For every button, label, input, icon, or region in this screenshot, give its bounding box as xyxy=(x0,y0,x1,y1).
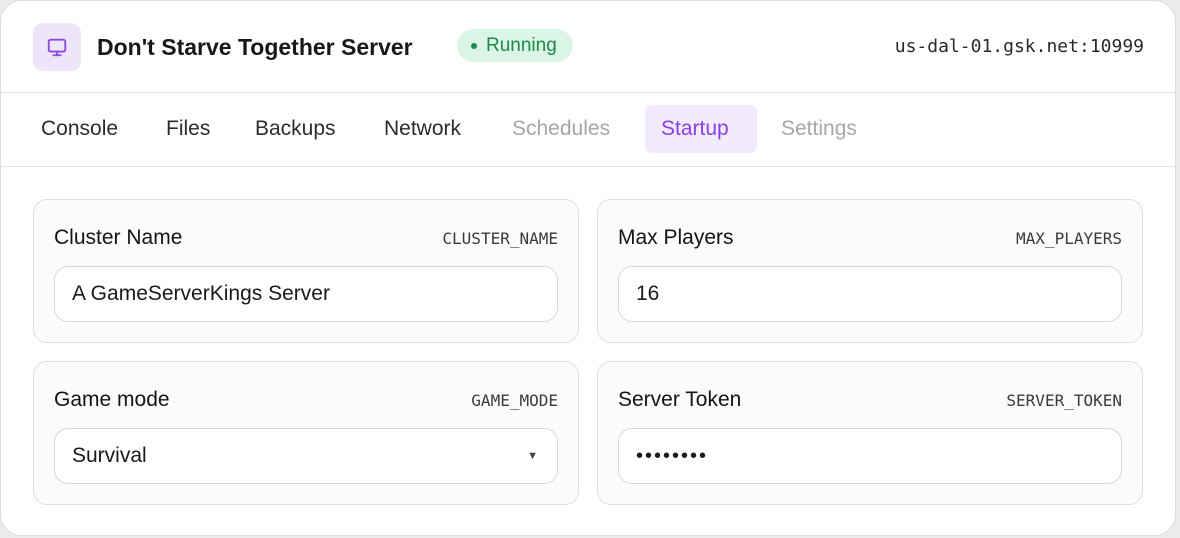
server-header: Don't Starve Together Server Running us-… xyxy=(1,1,1175,93)
tab-files[interactable]: Files xyxy=(150,105,226,153)
tab-backups[interactable]: Backups xyxy=(239,105,352,153)
variable-card-max-players: Max Players MAX_PLAYERS 16 xyxy=(597,199,1143,343)
variable-env-name: GAME_MODE xyxy=(471,391,558,410)
tab-bar: Console Files Backups Network Schedules … xyxy=(1,93,1175,167)
startup-variables: Cluster Name CLUSTER_NAME A GameServerKi… xyxy=(1,167,1175,535)
variable-card-server-token: Server Token SERVER_TOKEN •••••••• xyxy=(597,361,1143,505)
server-token-value[interactable]: •••••••• xyxy=(636,445,708,468)
tab-schedules[interactable]: Schedules xyxy=(496,105,626,153)
variable-card-game-mode: Game mode GAME_MODE Survival ▼ xyxy=(33,361,579,505)
cluster-name-field[interactable]: A GameServerKings Server xyxy=(54,266,558,322)
variable-label: Game mode xyxy=(54,388,170,411)
variable-env-name: SERVER_TOKEN xyxy=(1006,391,1122,410)
server-token-field[interactable]: •••••••• xyxy=(618,428,1122,484)
game-mode-value[interactable]: Survival xyxy=(72,444,527,468)
monitor-icon xyxy=(33,23,81,71)
server-address[interactable]: us-dal-01.gsk.net:10999 xyxy=(895,34,1144,60)
variable-label: Cluster Name xyxy=(54,226,183,249)
tab-network[interactable]: Network xyxy=(368,105,477,153)
variable-label: Server Token xyxy=(618,388,742,411)
variable-card-cluster-name: Cluster Name CLUSTER_NAME A GameServerKi… xyxy=(33,199,579,343)
server-panel: Don't Starve Together Server Running us-… xyxy=(0,0,1176,536)
game-mode-select[interactable]: Survival ▼ xyxy=(54,428,558,484)
server-title: Don't Starve Together Server xyxy=(97,34,413,60)
tab-startup[interactable]: Startup xyxy=(645,105,757,153)
variable-env-name: CLUSTER_NAME xyxy=(442,229,558,248)
status-label: Running xyxy=(486,35,557,56)
max-players-value[interactable]: 16 xyxy=(636,282,659,306)
variable-label: Max Players xyxy=(618,226,734,249)
variable-env-name: MAX_PLAYERS xyxy=(1016,229,1122,248)
tab-settings[interactable]: Settings xyxy=(765,105,873,153)
status-badge: Running xyxy=(457,29,573,62)
cluster-name-value[interactable]: A GameServerKings Server xyxy=(72,282,330,306)
tab-console[interactable]: Console xyxy=(25,105,134,153)
status-dot-icon xyxy=(471,42,477,49)
max-players-field[interactable]: 16 xyxy=(618,266,1122,322)
chevron-down-icon[interactable]: ▼ xyxy=(527,450,538,462)
